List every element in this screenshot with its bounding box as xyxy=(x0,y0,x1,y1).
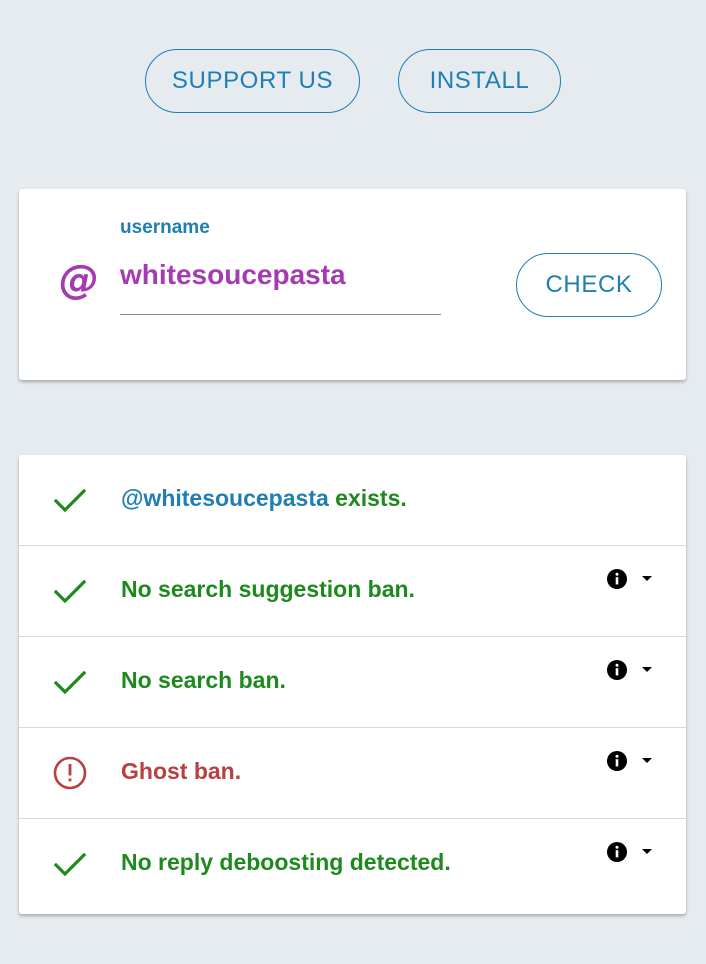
check-button[interactable]: CHECK xyxy=(516,253,662,317)
checkmark-icon xyxy=(53,852,87,877)
info-toggle[interactable] xyxy=(606,750,654,774)
checkmark-icon xyxy=(53,488,87,513)
result-row-search-ban: No search ban. xyxy=(19,637,686,728)
username-input-underline xyxy=(120,314,441,315)
install-button[interactable]: INSTALL xyxy=(398,49,561,113)
result-text: Ghost ban. xyxy=(121,758,242,784)
info-icon xyxy=(607,842,627,862)
alert-circle-icon xyxy=(53,756,87,790)
caret-down-icon xyxy=(642,667,652,672)
checkmark-icon xyxy=(53,670,87,695)
checkmark-icon xyxy=(53,579,87,604)
result-text: No reply deboosting detected. xyxy=(121,849,451,875)
exists-suffix: exists. xyxy=(328,485,407,511)
support-us-button[interactable]: SUPPORT US xyxy=(145,49,360,113)
result-row-reply-deboosting: No reply deboosting detected. xyxy=(19,819,686,910)
result-text: @whitesoucepasta exists. xyxy=(121,485,407,512)
username-input[interactable]: whitesoucepasta xyxy=(120,259,346,291)
info-icon xyxy=(607,660,627,680)
info-toggle[interactable] xyxy=(606,659,654,683)
username-handle-link[interactable]: @whitesoucepasta xyxy=(121,485,329,511)
caret-down-icon xyxy=(642,576,652,581)
info-icon xyxy=(607,569,627,589)
caret-down-icon xyxy=(642,758,652,763)
info-icon xyxy=(607,751,627,771)
result-text: No search ban. xyxy=(121,667,286,693)
info-toggle[interactable] xyxy=(606,568,654,592)
username-check-card: @ username whitesoucepasta CHECK xyxy=(19,189,686,380)
at-sign-icon: @ xyxy=(59,257,99,303)
caret-down-icon xyxy=(642,849,652,854)
results-list: @whitesoucepasta exists. No search sugge… xyxy=(19,455,686,914)
result-row-search-suggestion-ban: No search suggestion ban. xyxy=(19,546,686,637)
username-field-label: username xyxy=(120,217,210,238)
info-toggle[interactable] xyxy=(606,841,654,865)
result-row-ghost-ban: Ghost ban. xyxy=(19,728,686,819)
result-text: No search suggestion ban. xyxy=(121,576,415,602)
result-row-exists: @whitesoucepasta exists. xyxy=(19,455,686,546)
top-actions: SUPPORT US INSTALL xyxy=(0,49,706,113)
